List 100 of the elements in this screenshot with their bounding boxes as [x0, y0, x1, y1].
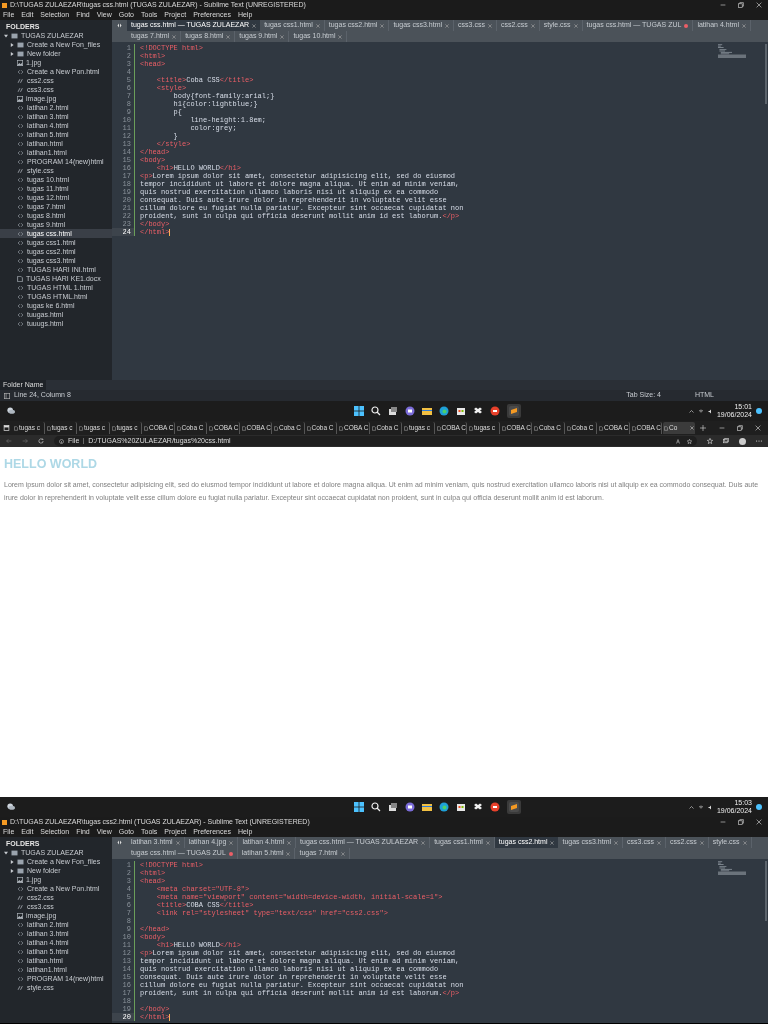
image-icon — [17, 59, 23, 66]
plus-icon — [699, 425, 706, 431]
close-icon — [286, 851, 291, 856]
page-icon — [144, 425, 148, 431]
close-icon — [742, 23, 746, 28]
page-icon — [501, 425, 506, 431]
code-file-icon — [17, 230, 24, 237]
search-icon — [370, 802, 381, 812]
reload-icon — [38, 438, 44, 444]
close-icon — [550, 840, 555, 845]
page-icon — [209, 425, 213, 431]
text-cursor — [169, 1013, 171, 1021]
image-icon — [17, 912, 23, 919]
close-icon — [689, 426, 694, 430]
tab-actions-icon — [3, 425, 10, 431]
page-icon — [339, 425, 343, 431]
wifi-icon — [697, 408, 704, 414]
close-icon — [175, 840, 180, 845]
page-icon — [46, 425, 51, 431]
page-icon — [176, 425, 181, 431]
css-file-icon — [17, 86, 24, 93]
restore-icon — [737, 425, 743, 431]
close-icon — [756, 2, 762, 8]
notification-icon — [756, 408, 762, 414]
page-icon — [534, 425, 538, 431]
close-icon — [287, 840, 292, 845]
page-icon — [566, 425, 571, 431]
notification-icon — [756, 804, 762, 810]
close-icon — [315, 23, 320, 28]
close-icon — [445, 23, 450, 28]
page-icon — [599, 425, 603, 431]
close-icon — [614, 840, 619, 845]
browser-icon — [438, 406, 449, 416]
chat-icon — [404, 406, 415, 416]
caret-down-icon — [4, 33, 8, 38]
close-icon — [252, 23, 257, 28]
image-icon — [17, 876, 23, 883]
code-file-icon — [17, 221, 24, 228]
page-icon — [14, 425, 18, 431]
page-icon — [274, 425, 278, 431]
code-file-icon — [17, 104, 24, 111]
forward-arrow-icon — [22, 438, 28, 444]
page-icon — [469, 425, 473, 431]
css-file-icon — [17, 984, 24, 991]
image-icon — [17, 95, 23, 102]
app-icon — [489, 406, 500, 416]
code-file-icon — [17, 176, 24, 183]
wifi-icon — [697, 804, 704, 810]
caret-down-icon — [4, 850, 8, 855]
weather-icon — [6, 803, 16, 811]
code-file-icon — [17, 948, 24, 955]
page-icon — [436, 425, 441, 431]
code-file-icon — [17, 158, 24, 165]
close-icon — [742, 840, 747, 845]
windows-logo-icon — [353, 406, 364, 416]
store-icon — [455, 406, 466, 416]
code-file-icon — [17, 212, 24, 219]
editor-app-button[interactable] — [506, 800, 521, 814]
app-logo-icon — [508, 802, 519, 812]
close-icon — [485, 840, 490, 845]
code-file-icon — [17, 149, 24, 156]
folder-icon — [421, 802, 432, 812]
close-icon — [756, 819, 762, 825]
code-file-icon — [17, 131, 24, 138]
chevron-up-icon — [688, 408, 694, 414]
page-icon — [664, 425, 668, 431]
document-icon — [17, 275, 23, 282]
code-file-icon — [17, 257, 24, 264]
browser-icon — [438, 802, 449, 812]
close-icon — [172, 34, 177, 39]
minimap-drawing — [718, 861, 746, 875]
code-file-icon — [17, 320, 24, 327]
star-icon — [687, 438, 692, 444]
close-icon — [573, 23, 578, 28]
css-file-icon — [17, 167, 24, 174]
scroll-arrows-icon — [116, 840, 123, 845]
minimize-icon — [719, 425, 725, 431]
folder-icon — [421, 406, 432, 416]
store-icon — [455, 802, 466, 812]
windows-stack-icon — [387, 802, 398, 812]
code-file-icon — [17, 185, 24, 192]
collections-icon — [723, 438, 729, 444]
code-file-icon — [17, 966, 24, 973]
page-heading: HELLO WORLD — [4, 457, 99, 471]
code-file-icon — [17, 203, 24, 210]
modified-dot-icon — [228, 851, 233, 856]
close-icon — [421, 840, 426, 845]
code-file-icon — [17, 239, 24, 246]
minimize-icon — [720, 2, 726, 8]
app-logo-icon — [2, 2, 7, 8]
back-arrow-icon — [6, 438, 12, 444]
speaker-icon — [707, 804, 713, 810]
editor-app-button[interactable] — [506, 404, 521, 418]
close-icon — [656, 840, 661, 845]
close-icon — [487, 23, 492, 28]
sidebar-toggle-icon — [4, 392, 10, 399]
page-icon — [306, 425, 311, 431]
code-file-icon — [17, 939, 24, 946]
windows-stack-icon — [387, 406, 398, 416]
code-file-icon — [17, 68, 24, 75]
